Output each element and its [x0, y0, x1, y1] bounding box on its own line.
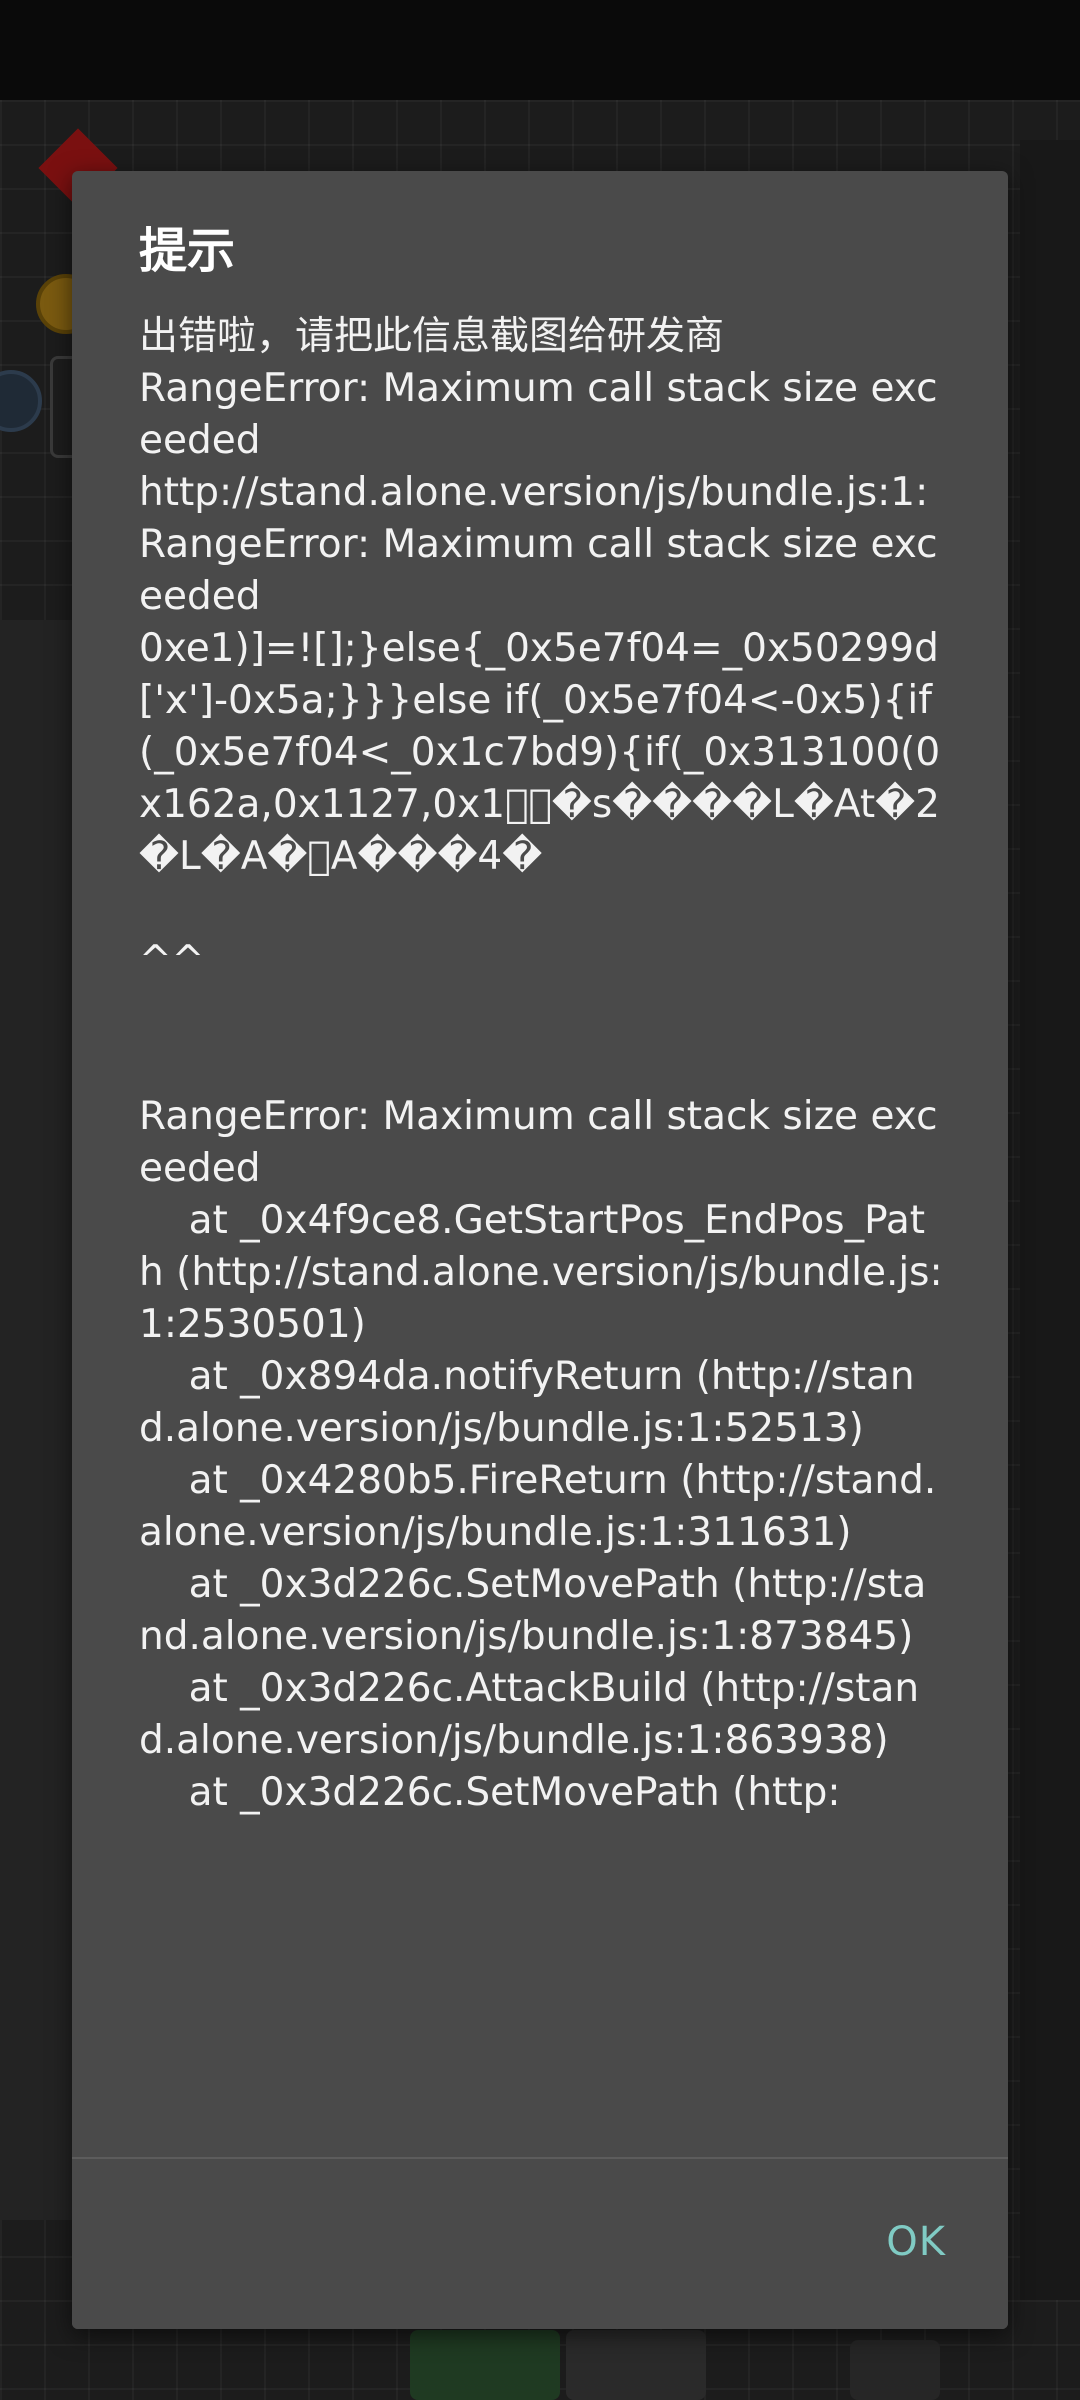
dialog-title: 提示	[139, 223, 236, 279]
dialog-actions: OK	[72, 2159, 1008, 2329]
background-bottom-button-2	[566, 2330, 706, 2400]
status-bar	[0, 0, 1080, 100]
background-bottom-button	[410, 2330, 560, 2400]
dialog-message[interactable]: 出错啦，请把此信息截图给研发商 RangeError: Maximum call…	[139, 311, 949, 2297]
error-dialog: 提示 出错啦，请把此信息截图给研发商 RangeError: Maximum c…	[72, 171, 1008, 2329]
background-bottom-button-3	[850, 2340, 940, 2400]
background-right-panel	[1020, 140, 1080, 2300]
ok-button[interactable]: OK	[876, 2211, 956, 2273]
background-left-panel	[0, 620, 72, 2220]
